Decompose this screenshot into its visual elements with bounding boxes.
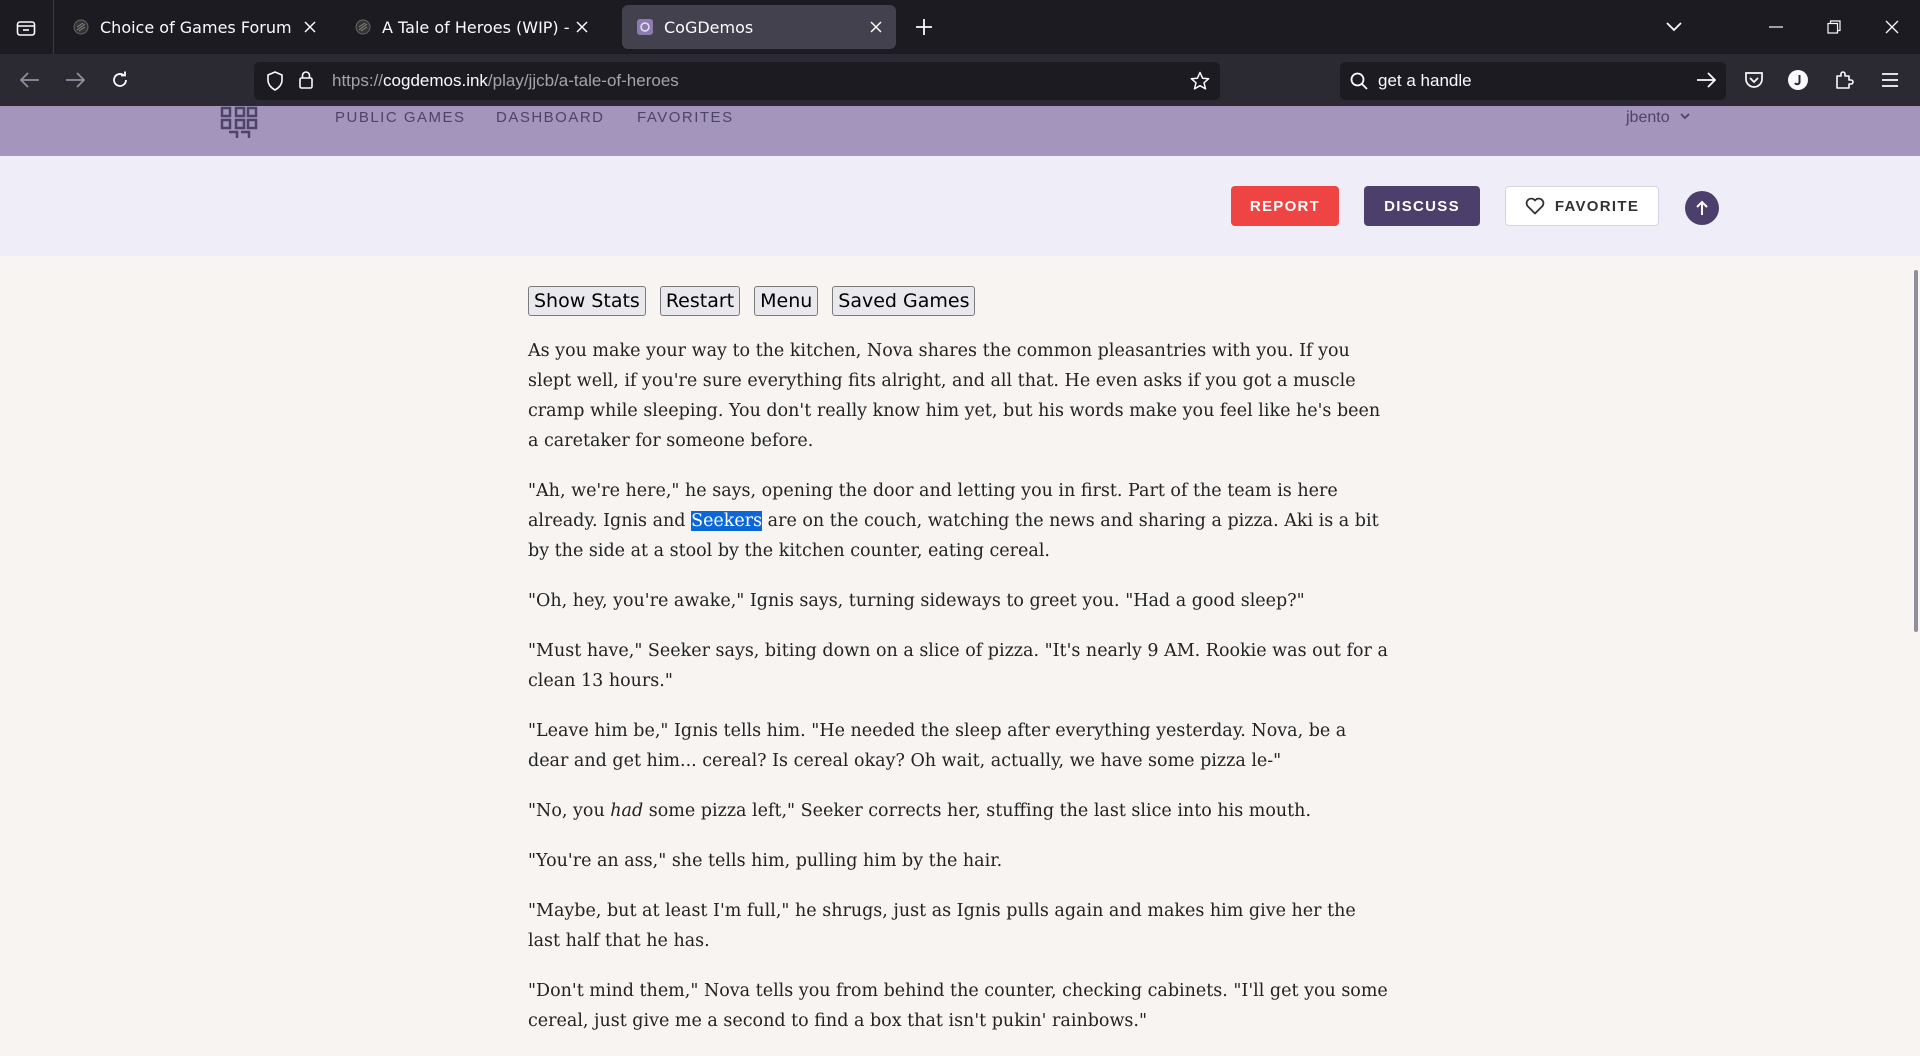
scroll-to-top-icon[interactable] — [1685, 191, 1719, 225]
story-paragraph: As you make your way to the kitchen, Nov… — [528, 341, 1381, 451]
bookmark-star-icon[interactable] — [1190, 71, 1210, 95]
tab-cogdemos[interactable]: CoGDemos — [622, 5, 896, 49]
cogdemos-logo-icon[interactable] — [218, 106, 260, 142]
story-paragraph: "Leave him be," Ignis tells him. "He nee… — [528, 721, 1347, 771]
back-arrow-icon[interactable] — [14, 64, 46, 96]
nav-favorites[interactable]: FAVORITES — [637, 109, 734, 126]
new-tab-icon[interactable] — [910, 13, 938, 41]
address-bar[interactable]: https://cogdemos.ink/play/jjcb/a-tale-of… — [254, 62, 1220, 100]
cog-forum-favicon-icon — [72, 18, 90, 36]
tab-title: A Tale of Heroes (WIP) - 224k w — [382, 17, 570, 37]
story-paragraph: "Maybe, but at least I'm full," he shrug… — [528, 901, 1356, 951]
list-all-tabs-icon[interactable] — [1656, 10, 1692, 44]
restart-button[interactable]: Restart — [659, 286, 741, 316]
close-tab-icon[interactable] — [570, 15, 594, 39]
story-paragraph: "No, you had some pizza left," Seeker co… — [528, 801, 1312, 821]
close-tab-icon[interactable] — [298, 15, 322, 39]
account-avatar-icon[interactable] — [1782, 64, 1814, 96]
tab-list-icon[interactable] — [8, 12, 44, 44]
tab-title: CoGDemos — [664, 17, 754, 37]
story-paragraph: "Oh, hey, you're awake," Ignis says, tur… — [528, 591, 1305, 611]
nav-public-games[interactable]: PUBLIC GAMES — [335, 109, 466, 126]
heart-icon — [1525, 197, 1545, 215]
minimize-icon[interactable] — [1758, 10, 1794, 44]
navigation-toolbar: https://cogdemos.ink/play/jjcb/a-tale-of… — [0, 54, 1920, 106]
story-text: As you make your way to the kitchen, Nov… — [528, 336, 1388, 1056]
reload-icon[interactable] — [104, 64, 136, 96]
chevron-down-icon — [1680, 107, 1690, 125]
search-input[interactable]: get a handle — [1378, 71, 1472, 91]
close-tab-icon[interactable] — [864, 15, 888, 39]
user-menu[interactable]: jbento — [1626, 107, 1690, 127]
tab-title: Choice of Games Forum — [100, 17, 292, 37]
nav-dashboard[interactable]: DASHBOARD — [496, 109, 605, 126]
discuss-button[interactable]: DISCUSS — [1364, 186, 1480, 226]
pocket-icon[interactable] — [1738, 64, 1770, 96]
search-go-arrow-icon[interactable] — [1690, 64, 1722, 96]
tracking-protection-shield-icon[interactable] — [266, 71, 284, 95]
hamburger-menu-icon[interactable] — [1874, 64, 1906, 96]
game-action-bar: REPORT DISCUSS FAVORITE — [0, 156, 1920, 256]
site-header: PUBLIC GAMES DASHBOARD FAVORITES jbento — [0, 106, 1920, 156]
story-paragraph: "Ah, we're here," he says, opening the d… — [528, 481, 1379, 561]
page-scrollbar[interactable] — [1914, 270, 1918, 632]
saved-games-button[interactable]: Saved Games — [832, 286, 976, 316]
search-bar[interactable]: get a handle — [1340, 62, 1726, 100]
tab-tale-of-heroes-thread[interactable]: A Tale of Heroes (WIP) - 224k w — [340, 5, 602, 49]
search-icon — [1350, 72, 1368, 94]
favorite-label: FAVORITE — [1554, 197, 1640, 215]
restore-icon[interactable] — [1816, 10, 1852, 44]
close-window-icon[interactable] — [1874, 10, 1910, 44]
url-text[interactable]: https://cogdemos.ink/play/jjcb/a-tale-of… — [332, 71, 679, 91]
show-stats-button[interactable]: Show Stats — [528, 286, 646, 316]
lock-icon[interactable] — [298, 70, 314, 94]
story-paragraph: "You're an ass," she tells him, pulling … — [528, 851, 1003, 871]
forward-arrow-icon[interactable] — [59, 64, 91, 96]
username: jbento — [1626, 109, 1670, 126]
extensions-puzzle-icon[interactable] — [1828, 64, 1860, 96]
favorite-button[interactable]: FAVORITE — [1505, 186, 1659, 226]
tab-strip: Choice of Games Forum A Tale of Heroes (… — [0, 0, 1920, 54]
cog-forum-favicon-icon — [354, 18, 372, 36]
tab-separator — [53, 0, 54, 54]
menu-button[interactable]: Menu — [754, 286, 819, 316]
story-paragraph: "Don't mind them," Nova tells you from b… — [528, 981, 1388, 1031]
cogdemos-favicon-icon — [636, 18, 654, 36]
report-button[interactable]: REPORT — [1231, 186, 1339, 226]
selected-text: Seekers — [691, 511, 763, 531]
tab-cog-forum[interactable]: Choice of Games Forum — [58, 5, 330, 49]
game-controls: Show Stats Restart Menu Saved Games — [528, 286, 976, 316]
story-paragraph: "Must have," Seeker says, biting down on… — [528, 641, 1388, 691]
